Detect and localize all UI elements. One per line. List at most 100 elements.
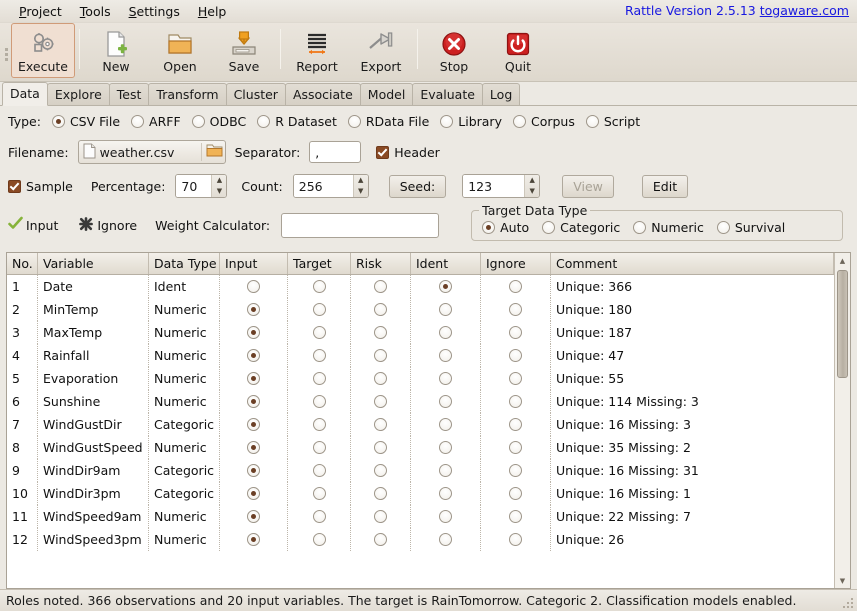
role-radio-target[interactable] [288,367,351,390]
target-type-survival[interactable]: Survival [717,220,785,235]
radio-icon[interactable] [509,510,522,523]
table-vertical-scrollbar[interactable]: ▲ ▼ [834,253,850,588]
table-row[interactable]: 7WindGustDirCategoricUnique: 16 Missing:… [7,413,834,436]
tab-cluster[interactable]: Cluster [226,83,286,105]
open-button[interactable]: Open [148,23,212,78]
radio-icon[interactable] [439,510,452,523]
role-radio-ignore[interactable] [481,367,551,390]
role-radio-input[interactable] [220,367,288,390]
stop-button[interactable]: Stop [422,23,486,78]
role-radio-input[interactable] [220,482,288,505]
scrollbar-trough[interactable] [835,268,850,573]
column-header-target[interactable]: Target [288,253,351,274]
table-row[interactable]: 8WindGustSpeedNumericUnique: 35 Missing:… [7,436,834,459]
radio-icon[interactable] [509,533,522,546]
radio-icon[interactable] [374,441,387,454]
sample-checkbox[interactable]: Sample [8,179,73,194]
role-radio-ident[interactable] [411,413,481,436]
radio-icon[interactable] [509,418,522,431]
role-radio-input[interactable] [220,459,288,482]
radio-icon[interactable] [439,280,452,293]
role-radio-ignore[interactable] [481,482,551,505]
role-radio-target[interactable] [288,298,351,321]
radio-icon[interactable] [509,280,522,293]
chevron-down-icon[interactable]: ▼ [354,186,368,197]
role-radio-target[interactable] [288,275,351,298]
column-header-ident[interactable]: Ident [411,253,481,274]
table-row[interactable]: 5EvaporationNumericUnique: 55 [7,367,834,390]
chevron-up-icon[interactable]: ▲ [354,175,368,186]
role-radio-ident[interactable] [411,344,481,367]
count-stepper-arrows[interactable]: ▲▼ [353,175,368,197]
radio-icon[interactable] [313,372,326,385]
role-radio-ignore[interactable] [481,321,551,344]
role-radio-ident[interactable] [411,275,481,298]
radio-icon[interactable] [439,395,452,408]
radio-icon[interactable] [509,303,522,316]
role-radio-risk[interactable] [351,413,411,436]
radio-icon[interactable] [247,395,260,408]
weight-calculator-input[interactable] [281,213,439,238]
tab-evaluate[interactable]: Evaluate [412,83,483,105]
percentage-stepper[interactable]: 70 ▲▼ [175,174,227,198]
role-radio-ident[interactable] [411,482,481,505]
role-radio-input[interactable] [220,321,288,344]
role-radio-ignore[interactable] [481,275,551,298]
radio-icon[interactable] [247,326,260,339]
column-header-variable[interactable]: Variable [38,253,149,274]
radio-icon[interactable] [374,464,387,477]
role-radio-target[interactable] [288,459,351,482]
table-row[interactable]: 9WindDir9amCategoricUnique: 16 Missing: … [7,459,834,482]
role-radio-risk[interactable] [351,298,411,321]
table-row[interactable]: 12WindSpeed3pmNumericUnique: 26 [7,528,834,551]
role-radio-ident[interactable] [411,528,481,551]
role-radio-input[interactable] [220,505,288,528]
radio-icon[interactable] [509,349,522,362]
role-radio-target[interactable] [288,413,351,436]
tab-test[interactable]: Test [109,83,150,105]
export-button[interactable]: Export [349,23,413,78]
role-radio-target[interactable] [288,505,351,528]
radio-icon[interactable] [313,441,326,454]
type-option-arff[interactable]: ARFF [131,114,181,129]
role-radio-target[interactable] [288,482,351,505]
role-radio-input[interactable] [220,275,288,298]
role-radio-input[interactable] [220,436,288,459]
radio-icon[interactable] [509,441,522,454]
report-button[interactable]: Report [285,23,349,78]
table-row[interactable]: 10WindDir3pmCategoricUnique: 16 Missing:… [7,482,834,505]
radio-icon[interactable] [509,326,522,339]
quit-button[interactable]: Quit [486,23,550,78]
percentage-stepper-arrows[interactable]: ▲▼ [211,175,226,197]
radio-icon[interactable] [439,349,452,362]
radio-icon[interactable] [247,372,260,385]
role-radio-ignore[interactable] [481,413,551,436]
chevron-up-icon[interactable]: ▲ [525,175,539,186]
chevron-down-icon[interactable]: ▼ [212,186,226,197]
radio-icon[interactable] [439,464,452,477]
radio-icon[interactable] [313,510,326,523]
radio-icon[interactable] [374,395,387,408]
header-checkbox[interactable]: Header [376,145,440,160]
radio-icon[interactable] [374,349,387,362]
table-row[interactable]: 11WindSpeed9amNumericUnique: 22 Missing:… [7,505,834,528]
role-radio-risk[interactable] [351,275,411,298]
radio-icon[interactable] [247,349,260,362]
role-radio-input[interactable] [220,344,288,367]
column-header-ignore[interactable]: Ignore [481,253,551,274]
role-radio-ignore[interactable] [481,436,551,459]
radio-icon[interactable] [439,303,452,316]
role-radio-input[interactable] [220,413,288,436]
radio-icon[interactable] [313,395,326,408]
role-radio-ident[interactable] [411,390,481,413]
tab-data[interactable]: Data [2,82,48,106]
column-header-risk[interactable]: Risk [351,253,411,274]
input-role-button[interactable]: Input [8,216,58,234]
tab-transform[interactable]: Transform [148,83,226,105]
role-radio-risk[interactable] [351,344,411,367]
radio-icon[interactable] [247,280,260,293]
save-button[interactable]: Save [212,23,276,78]
radio-icon[interactable] [439,487,452,500]
column-header-comment[interactable]: Comment [551,253,834,274]
role-radio-risk[interactable] [351,505,411,528]
